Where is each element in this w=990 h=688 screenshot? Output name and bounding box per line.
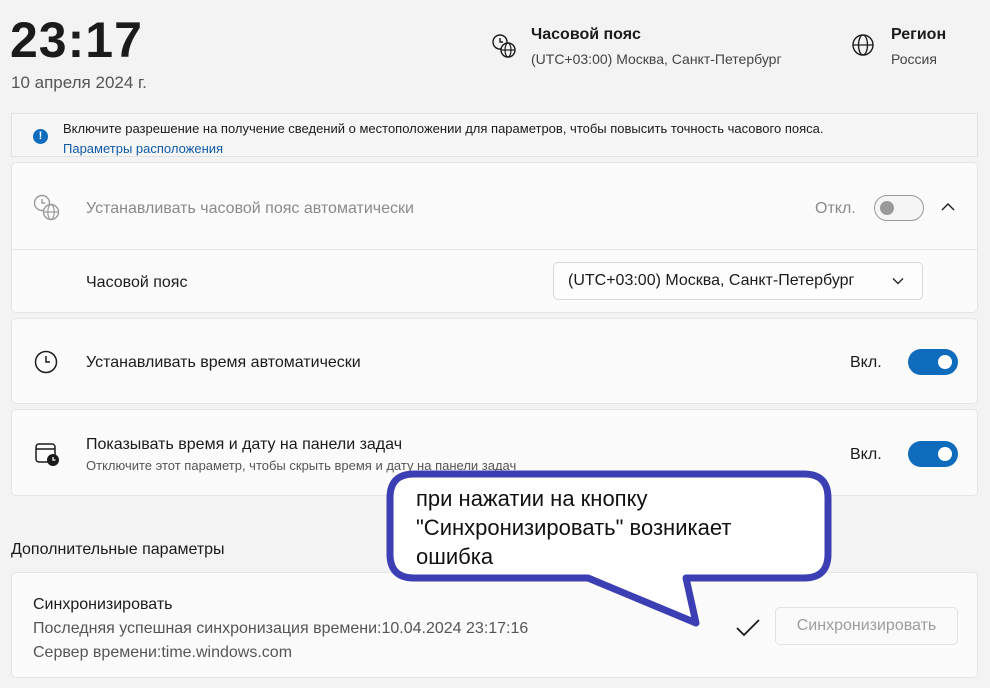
taskbar-time-label: Показывать время и дату на панели задач [86, 436, 403, 453]
card-divider [12, 249, 977, 250]
timezone-value: (UTC+03:00) Москва, Санкт-Петербург [531, 51, 782, 67]
location-info-text: Включите разрешение на получение сведени… [63, 121, 824, 136]
auto-timezone-toggle[interactable] [874, 195, 924, 221]
annotation-line: при нажатии на кнопку [416, 486, 648, 511]
taskbar-time-state: Вкл. [850, 446, 882, 463]
auto-time-toggle[interactable] [908, 349, 958, 375]
chevron-up-icon[interactable] [940, 201, 956, 213]
auto-time-label: Устанавливать время автоматически [86, 354, 361, 371]
current-date: 10 апреля 2024 г. [11, 73, 147, 92]
additional-settings-title: Дополнительные параметры [11, 541, 225, 558]
taskbar-time-toggle[interactable] [908, 441, 958, 467]
current-time: 23:17 [10, 12, 143, 68]
location-info-bar: ! Включите разрешение на получение сведе… [11, 113, 978, 157]
sync-server: Сервер времени:time.windows.com [33, 644, 293, 661]
auto-timezone-label: Устанавливать часовой пояс автоматически [86, 200, 414, 217]
timezone-title: Часовой пояс [531, 26, 641, 43]
auto-timezone-state: Откл. [815, 200, 856, 217]
clock-globe-icon [33, 194, 60, 221]
location-settings-link[interactable]: Параметры расположения [63, 141, 223, 156]
annotation-text: при нажатии на кнопку "Синхронизировать"… [416, 484, 816, 571]
timezone-dropdown[interactable]: (UTC+03:00) Москва, Санкт-Петербург [553, 262, 923, 300]
region-title: Регион [891, 26, 947, 43]
auto-time-state: Вкл. [850, 354, 882, 371]
region-summary: Регион Россия [851, 25, 946, 67]
clock-icon [34, 350, 58, 374]
calendar-clock-icon [35, 443, 59, 466]
region-value: Россия [891, 51, 937, 67]
sync-title: Синхронизировать [33, 596, 173, 613]
annotation-line: "Синхронизировать" возникает [416, 515, 732, 540]
timezone-row-label: Часовой пояс [86, 274, 188, 291]
timezone-summary: Часовой пояс (UTC+03:00) Москва, Санкт-П… [491, 25, 782, 67]
globe-icon [852, 34, 874, 56]
annotation-line: ошибка [416, 544, 494, 569]
chevron-down-icon [892, 278, 904, 285]
timezone-dropdown-value: (UTC+03:00) Москва, Санкт-Петербург [568, 272, 855, 289]
info-icon: ! [33, 129, 48, 144]
auto-time-card: Устанавливать время автоматически Вкл. [11, 318, 978, 404]
clock-globe-icon [492, 34, 516, 58]
